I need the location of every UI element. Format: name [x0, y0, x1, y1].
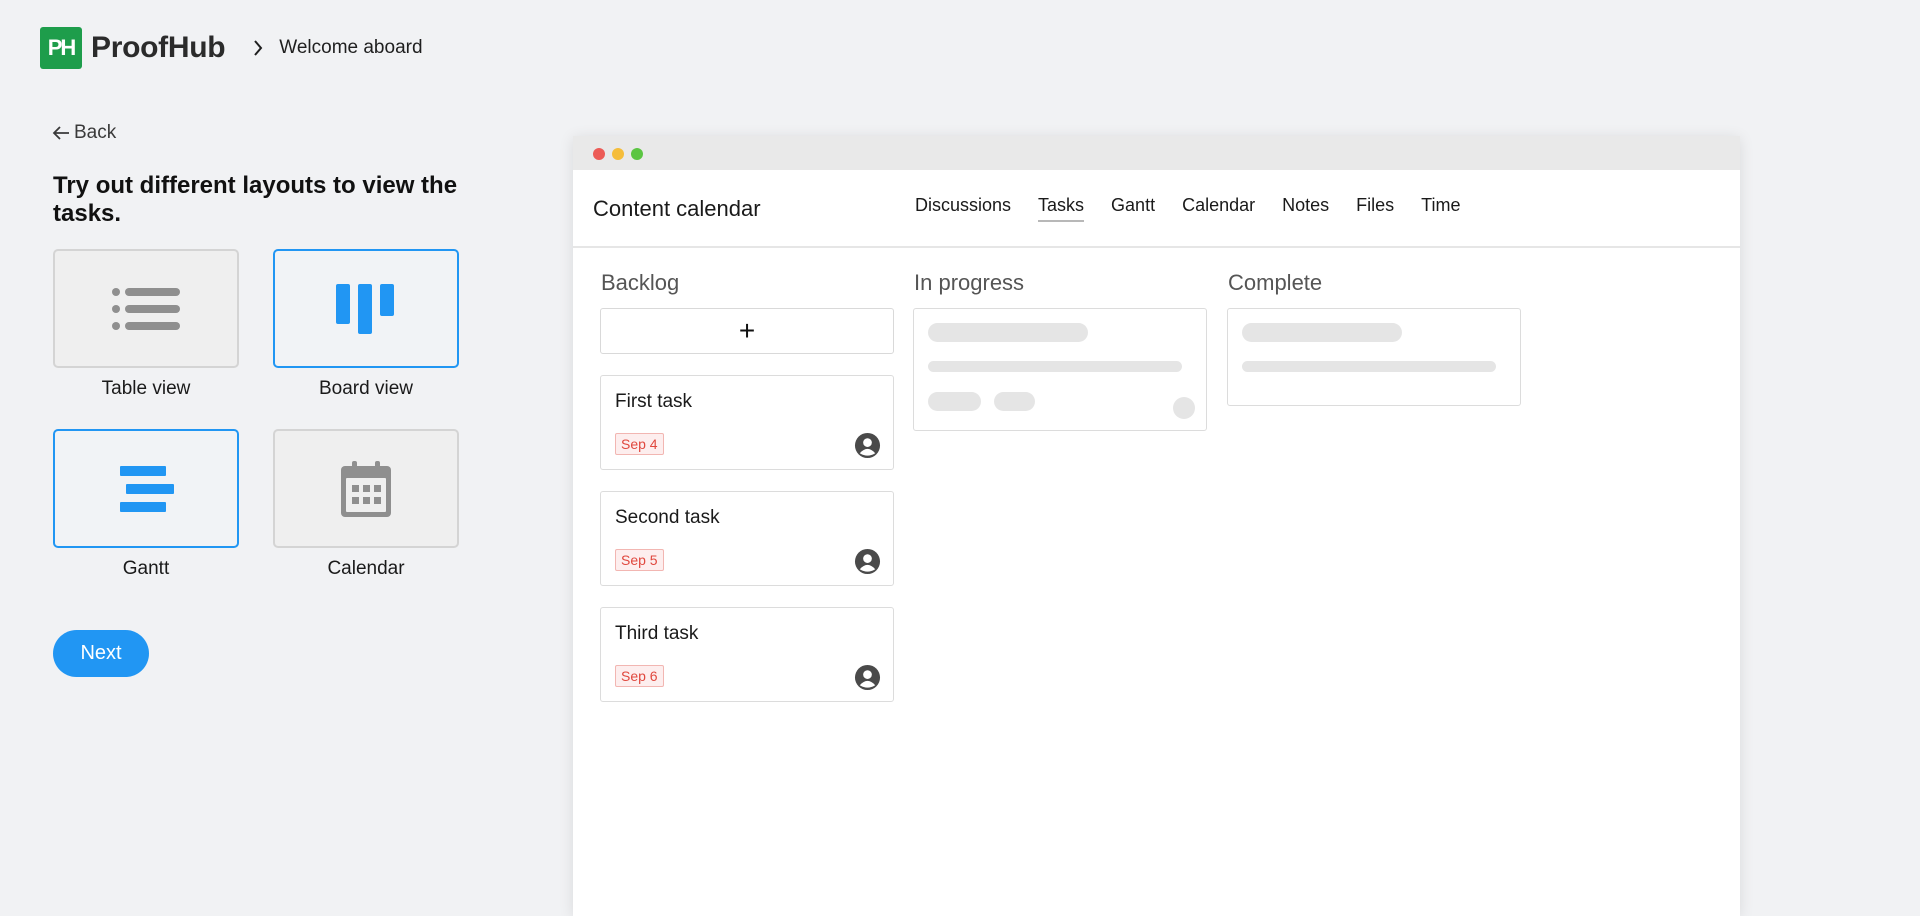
skeleton-line — [1242, 323, 1402, 342]
tab-files[interactable]: Files — [1356, 195, 1394, 222]
skeleton-pill — [928, 392, 981, 411]
board-icon — [336, 283, 394, 334]
top-header: PH ProofHub Welcome aboard — [40, 27, 423, 69]
window-minimize-dot — [612, 148, 624, 160]
layout-label-calendar: Calendar — [327, 558, 405, 579]
tab-gantt[interactable]: Gantt — [1111, 195, 1155, 222]
layout-card-gantt[interactable] — [53, 429, 239, 548]
list-icon — [112, 287, 180, 330]
layout-option-board[interactable]: Board view — [273, 249, 459, 400]
due-date-badge: Sep 6 — [615, 665, 664, 687]
project-title: Content calendar — [593, 196, 761, 221]
avatar-icon — [854, 432, 881, 459]
task-title: First task — [615, 391, 693, 412]
back-label: Back — [74, 122, 117, 143]
project-tabs: Discussions Tasks Gantt Calendar Notes F… — [915, 195, 1488, 222]
layout-option-table[interactable]: Table view — [53, 249, 239, 400]
layout-label-gantt: Gantt — [122, 558, 170, 579]
window-titlebar — [573, 136, 1740, 170]
skeleton-line — [1242, 361, 1496, 372]
column-title: In progress — [914, 270, 1025, 295]
column-complete: Complete — [1227, 270, 1521, 406]
chevron-right-icon — [251, 38, 265, 58]
page-heading: Try out different layouts to view the ta… — [53, 172, 458, 227]
project-header: Content calendar Discussions Tasks Gantt… — [573, 170, 1740, 248]
tab-time[interactable]: Time — [1421, 195, 1460, 222]
skeleton-avatar — [1173, 397, 1195, 419]
task-card[interactable]: Second task Sep 5 — [600, 491, 894, 586]
task-title: Third task — [615, 623, 699, 644]
tab-calendar[interactable]: Calendar — [1182, 195, 1255, 222]
preview-window: Content calendar Discussions Tasks Gantt… — [573, 136, 1740, 916]
tab-tasks[interactable]: Tasks — [1038, 195, 1085, 222]
avatar-icon — [854, 664, 881, 691]
gantt-icon — [120, 465, 174, 512]
layout-label-table: Table view — [101, 378, 191, 399]
calendar-icon — [341, 460, 391, 517]
proofhub-logo-mark[interactable]: PH — [40, 27, 82, 69]
column-title: Complete — [1228, 270, 1323, 295]
avatar-icon — [854, 548, 881, 575]
next-button[interactable]: Next — [53, 630, 149, 677]
column-backlog: Backlog + First task Sep 4 Second task S… — [600, 270, 894, 702]
due-date-badge: Sep 5 — [615, 549, 664, 571]
layout-card-board[interactable] — [273, 249, 459, 368]
layout-label-board: Board view — [319, 378, 413, 399]
skeleton-line — [928, 323, 1088, 342]
layout-option-calendar[interactable]: Calendar — [273, 429, 459, 580]
plus-icon: + — [738, 315, 756, 346]
column-in-progress: In progress — [913, 270, 1207, 431]
window-close-dot — [593, 148, 605, 160]
placeholder-card — [1227, 308, 1521, 406]
placeholder-card — [913, 308, 1207, 431]
due-date-badge: Sep 4 — [615, 433, 664, 455]
layout-card-calendar[interactable] — [273, 429, 459, 548]
skeleton-pill — [994, 392, 1035, 411]
window-maximize-dot — [631, 148, 643, 160]
breadcrumb: Welcome aboard — [279, 37, 423, 58]
tab-discussions[interactable]: Discussions — [915, 195, 1011, 222]
back-button[interactable]: Back — [52, 122, 116, 144]
layout-card-table[interactable] — [53, 249, 239, 368]
column-title: Backlog — [601, 270, 680, 295]
task-card[interactable]: First task Sep 4 — [600, 375, 894, 470]
add-task-button[interactable]: + — [600, 308, 894, 354]
task-card[interactable]: Third task Sep 6 — [600, 607, 894, 702]
tab-notes[interactable]: Notes — [1282, 195, 1329, 222]
skeleton-line — [928, 361, 1182, 372]
proofhub-logo-text[interactable]: ProofHub — [91, 31, 226, 65]
layout-option-gantt[interactable]: Gantt — [53, 429, 239, 580]
arrow-left-icon — [52, 123, 72, 143]
task-title: Second task — [615, 507, 720, 528]
